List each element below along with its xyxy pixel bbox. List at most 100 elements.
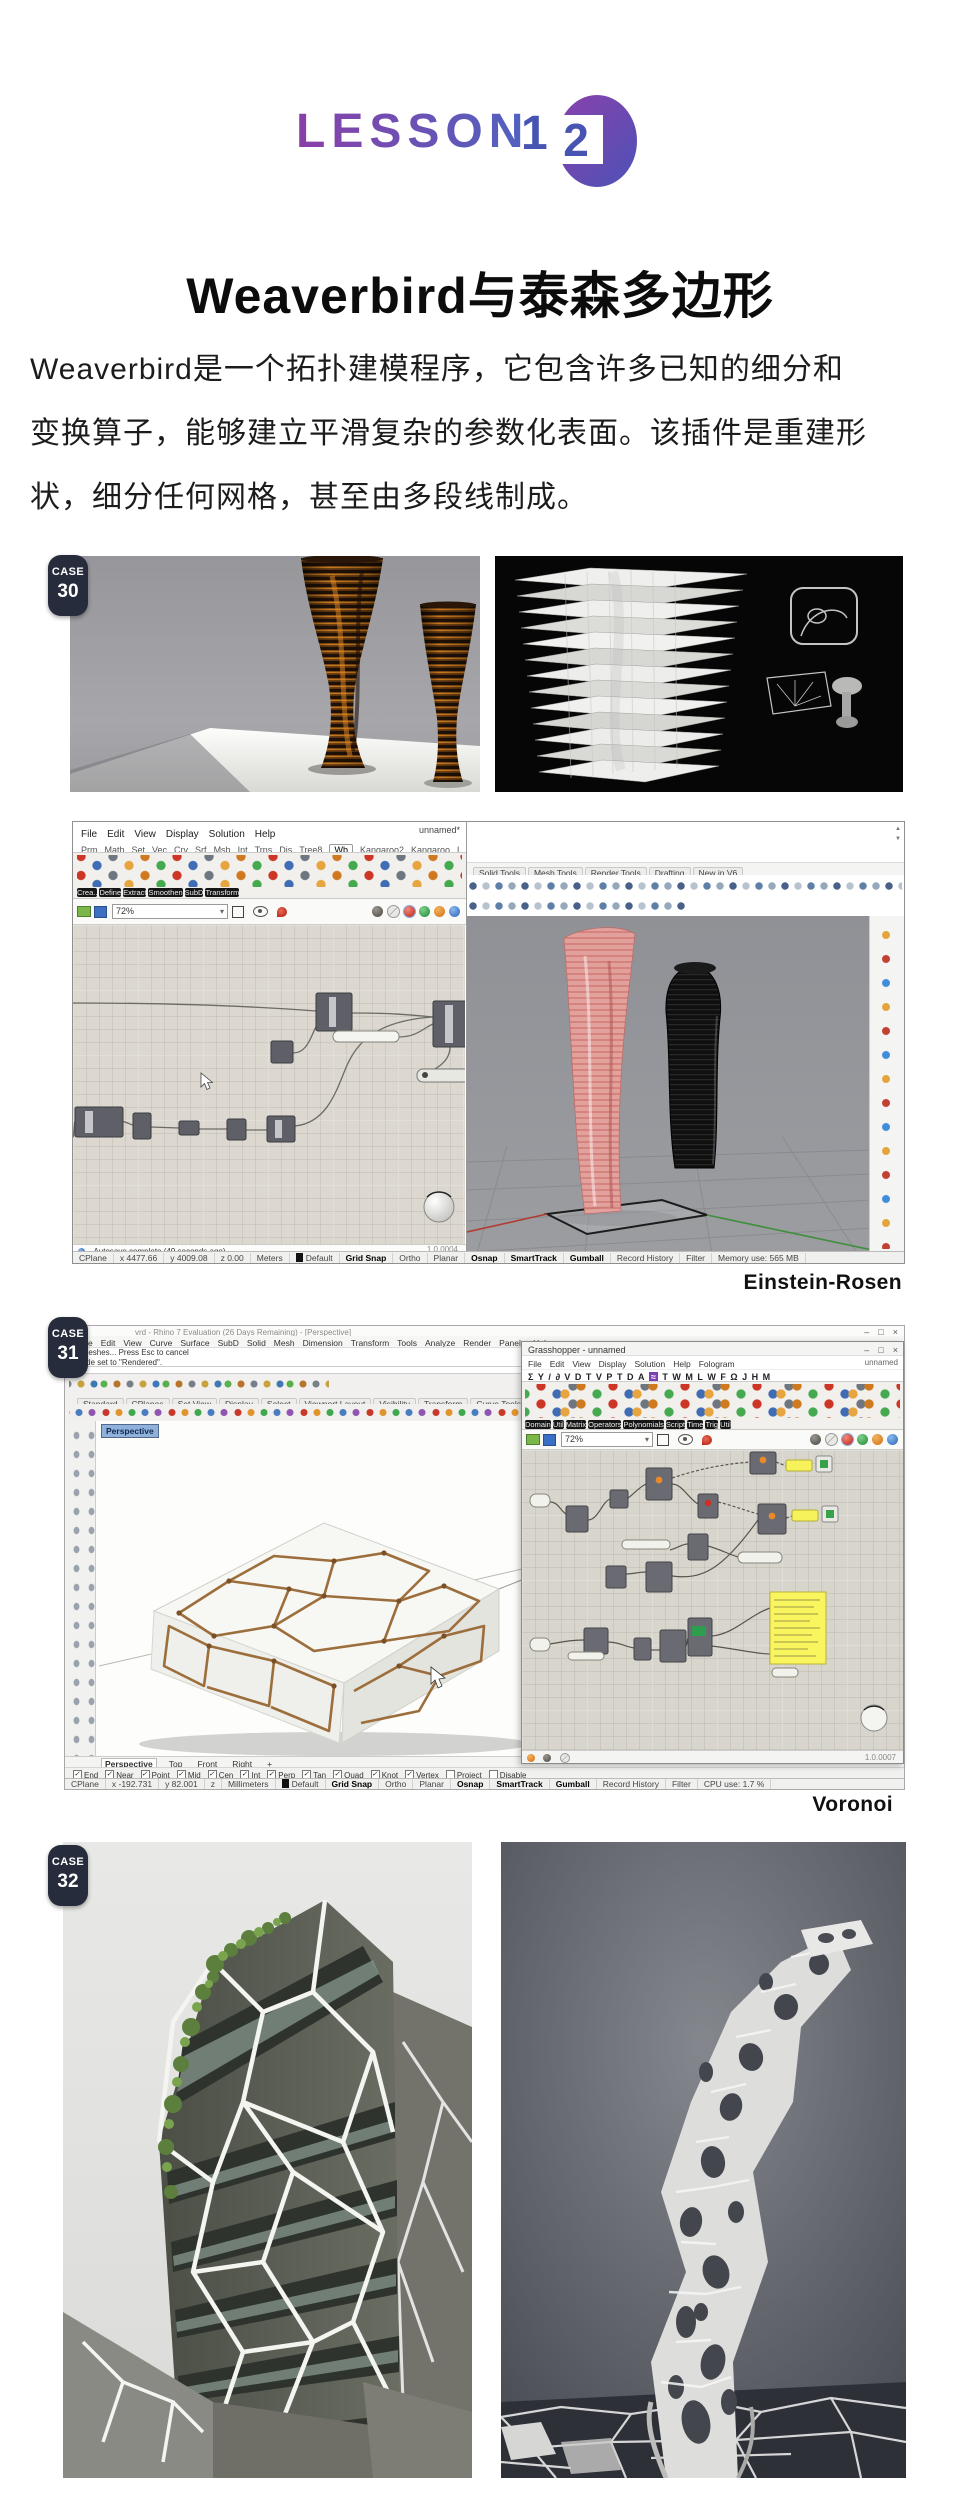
- window-control[interactable]: –: [864, 1327, 869, 1336]
- gh2-menu-item[interactable]: Display: [599, 1359, 627, 1369]
- osnap-toggle[interactable]: Disable: [489, 1771, 527, 1778]
- palette-group-label[interactable]: Smoothen: [148, 888, 182, 897]
- gh2-component-tab[interactable]: ≈: [649, 1372, 658, 1381]
- open-file-icon[interactable]: [77, 906, 91, 917]
- gh2-save-icon[interactable]: [543, 1434, 556, 1446]
- gh-tab[interactable]: L: [457, 845, 462, 853]
- gh2-canvas[interactable]: [522, 1450, 903, 1752]
- rhino-toolbar-icons[interactable]: [469, 877, 902, 895]
- gh-menu-item[interactable]: Edit: [107, 829, 124, 839]
- save-file-icon[interactable]: [94, 906, 107, 918]
- scroll-down-icon[interactable]: ▼: [895, 836, 901, 843]
- gh2-status-icon-2[interactable]: [543, 1754, 551, 1762]
- status-toggle[interactable]: Ortho: [379, 1779, 413, 1789]
- gh2-open-icon[interactable]: [526, 1434, 540, 1445]
- rhino2-quick-icons[interactable]: [69, 1376, 329, 1392]
- gh2-component-tab[interactable]: D: [575, 1372, 582, 1381]
- status-toggle[interactable]: Gumball: [564, 1253, 611, 1263]
- status-toggle[interactable]: CPU use: 1.7 %: [698, 1779, 771, 1789]
- gh2-status-icon-3[interactable]: [560, 1753, 570, 1763]
- gh-tab[interactable]: Msh: [214, 845, 231, 853]
- palette-group-label[interactable]: SubD: [185, 888, 204, 897]
- status-toggle[interactable]: Planar: [413, 1779, 451, 1789]
- gh-tab[interactable]: Int: [238, 845, 248, 853]
- paint-icon[interactable]: [277, 907, 287, 917]
- scroll-up-icon[interactable]: ▲: [895, 826, 901, 833]
- rhino-menu-item[interactable]: Solid: [247, 1338, 266, 1347]
- view-tab[interactable]: Top: [166, 1759, 186, 1767]
- gh2-ball-blue[interactable]: [887, 1434, 898, 1445]
- gh2-component-tab[interactable]: W: [672, 1372, 681, 1381]
- weaverbird-palette[interactable]: Crea..DefineExtractSmoothenSubDTransform: [73, 853, 466, 899]
- gh2-zoom-extents-icon[interactable]: [657, 1434, 669, 1446]
- gh2-component-tab[interactable]: V: [596, 1372, 602, 1381]
- rhino-tab[interactable]: Solid Tools: [473, 867, 526, 875]
- palette-group-label[interactable]: Crea..: [77, 888, 97, 897]
- view-tab[interactable]: +: [264, 1759, 275, 1767]
- gh-menu-item[interactable]: View: [134, 829, 156, 839]
- gh-tab[interactable]: Prm: [81, 845, 98, 853]
- gh2-component-tab[interactable]: T: [617, 1372, 623, 1381]
- gh2-menu-item[interactable]: Help: [673, 1359, 690, 1369]
- preview-off-icon[interactable]: [372, 906, 383, 917]
- gh2-ball-green[interactable]: [857, 1434, 868, 1445]
- gh2-component-tab[interactable]: P: [606, 1372, 612, 1381]
- gh2-paint-icon[interactable]: [702, 1435, 712, 1445]
- rhino-tab[interactable]: Render Tools: [585, 867, 647, 875]
- gh-tab[interactable]: Srf: [195, 845, 207, 853]
- window-control[interactable]: □: [878, 1327, 883, 1336]
- status-toggle[interactable]: SmartTrack: [505, 1253, 564, 1263]
- gh2-component-tab[interactable]: Ω: [730, 1372, 737, 1381]
- rhino-toolbar-tab[interactable]: Curve Tools: [470, 1398, 527, 1404]
- gh-tab[interactable]: Trns: [255, 845, 273, 853]
- preview-blue-icon[interactable]: [449, 906, 460, 917]
- status-toggle[interactable]: Filter: [666, 1779, 698, 1789]
- gh2-menu-item[interactable]: Solution: [635, 1359, 666, 1369]
- rhino-toolbar-tab[interactable]: Visibility: [373, 1398, 416, 1404]
- zoom-extents-icon[interactable]: [232, 906, 244, 918]
- osnap-toggle[interactable]: Knot: [371, 1771, 398, 1778]
- gh2-component-tab[interactable]: Y: [538, 1372, 544, 1381]
- gh-tab[interactable]: Wb: [329, 844, 353, 853]
- palette-group-label[interactable]: Extract: [123, 888, 146, 897]
- gh2-preview-shaded[interactable]: [842, 1434, 853, 1445]
- window-control[interactable]: □: [878, 1345, 883, 1355]
- gh2-menu-item[interactable]: File: [528, 1359, 542, 1369]
- status-toggle[interactable]: SmartTrack: [490, 1779, 549, 1789]
- rhino2-titlebar[interactable]: vrd - Rhino 7 Evaluation (26 Days Remain…: [65, 1326, 904, 1336]
- window-control[interactable]: –: [864, 1345, 869, 1355]
- gh2-status-icon-1[interactable]: [527, 1754, 535, 1762]
- gh-tab[interactable]: Math: [105, 845, 125, 853]
- status-toggle[interactable]: Osnap: [451, 1779, 490, 1789]
- osnap-toggle[interactable]: Mid: [177, 1771, 201, 1778]
- gh2-titlebar[interactable]: Grasshopper - unnamed –□×: [522, 1342, 903, 1356]
- gh2-component-tab[interactable]: M: [685, 1372, 693, 1381]
- status-toggle[interactable]: Filter: [680, 1253, 712, 1263]
- gh-menu-item[interactable]: Display: [166, 829, 199, 839]
- status-toggle[interactable]: Grid Snap: [326, 1779, 380, 1789]
- rhino-menu-item[interactable]: SubD: [218, 1338, 239, 1347]
- rhino-menu-item[interactable]: Analyze: [425, 1338, 455, 1347]
- rhino-menu-item[interactable]: Tools: [397, 1338, 417, 1347]
- status-toggle[interactable]: Osnap: [465, 1253, 504, 1263]
- gh-tab[interactable]: Set: [132, 845, 146, 853]
- gh2-component-tab[interactable]: V: [564, 1372, 570, 1381]
- rhino-menu-item[interactable]: View: [123, 1338, 141, 1347]
- gh2-component-tab[interactable]: F: [720, 1372, 726, 1381]
- gh2-menu-item[interactable]: View: [572, 1359, 590, 1369]
- preview-orange-icon[interactable]: [434, 906, 445, 917]
- gh2-preview-eye-icon[interactable]: [678, 1434, 693, 1445]
- rhino2-tool-palette[interactable]: [65, 1421, 96, 1756]
- rhino-toolbar-tab[interactable]: Transform: [418, 1398, 468, 1404]
- osnap-toggle[interactable]: Point: [141, 1771, 170, 1778]
- view-tab[interactable]: Right: [229, 1759, 255, 1767]
- palette-group-label[interactable]: Transform: [205, 888, 239, 897]
- gh2-component-tab[interactable]: ∂: [555, 1372, 559, 1381]
- rhino-toolbar-tab[interactable]: Set View: [172, 1398, 217, 1404]
- rhino-menu-item[interactable]: Surface: [180, 1338, 209, 1347]
- rhino-tab[interactable]: Mesh Tools: [528, 867, 583, 875]
- gh2-menu-item[interactable]: Edit: [550, 1359, 565, 1369]
- osnap-toggle[interactable]: Tan: [302, 1771, 326, 1778]
- gh2-group-label[interactable]: Trig: [705, 1420, 718, 1429]
- zoom-select[interactable]: 72%▾: [112, 904, 228, 919]
